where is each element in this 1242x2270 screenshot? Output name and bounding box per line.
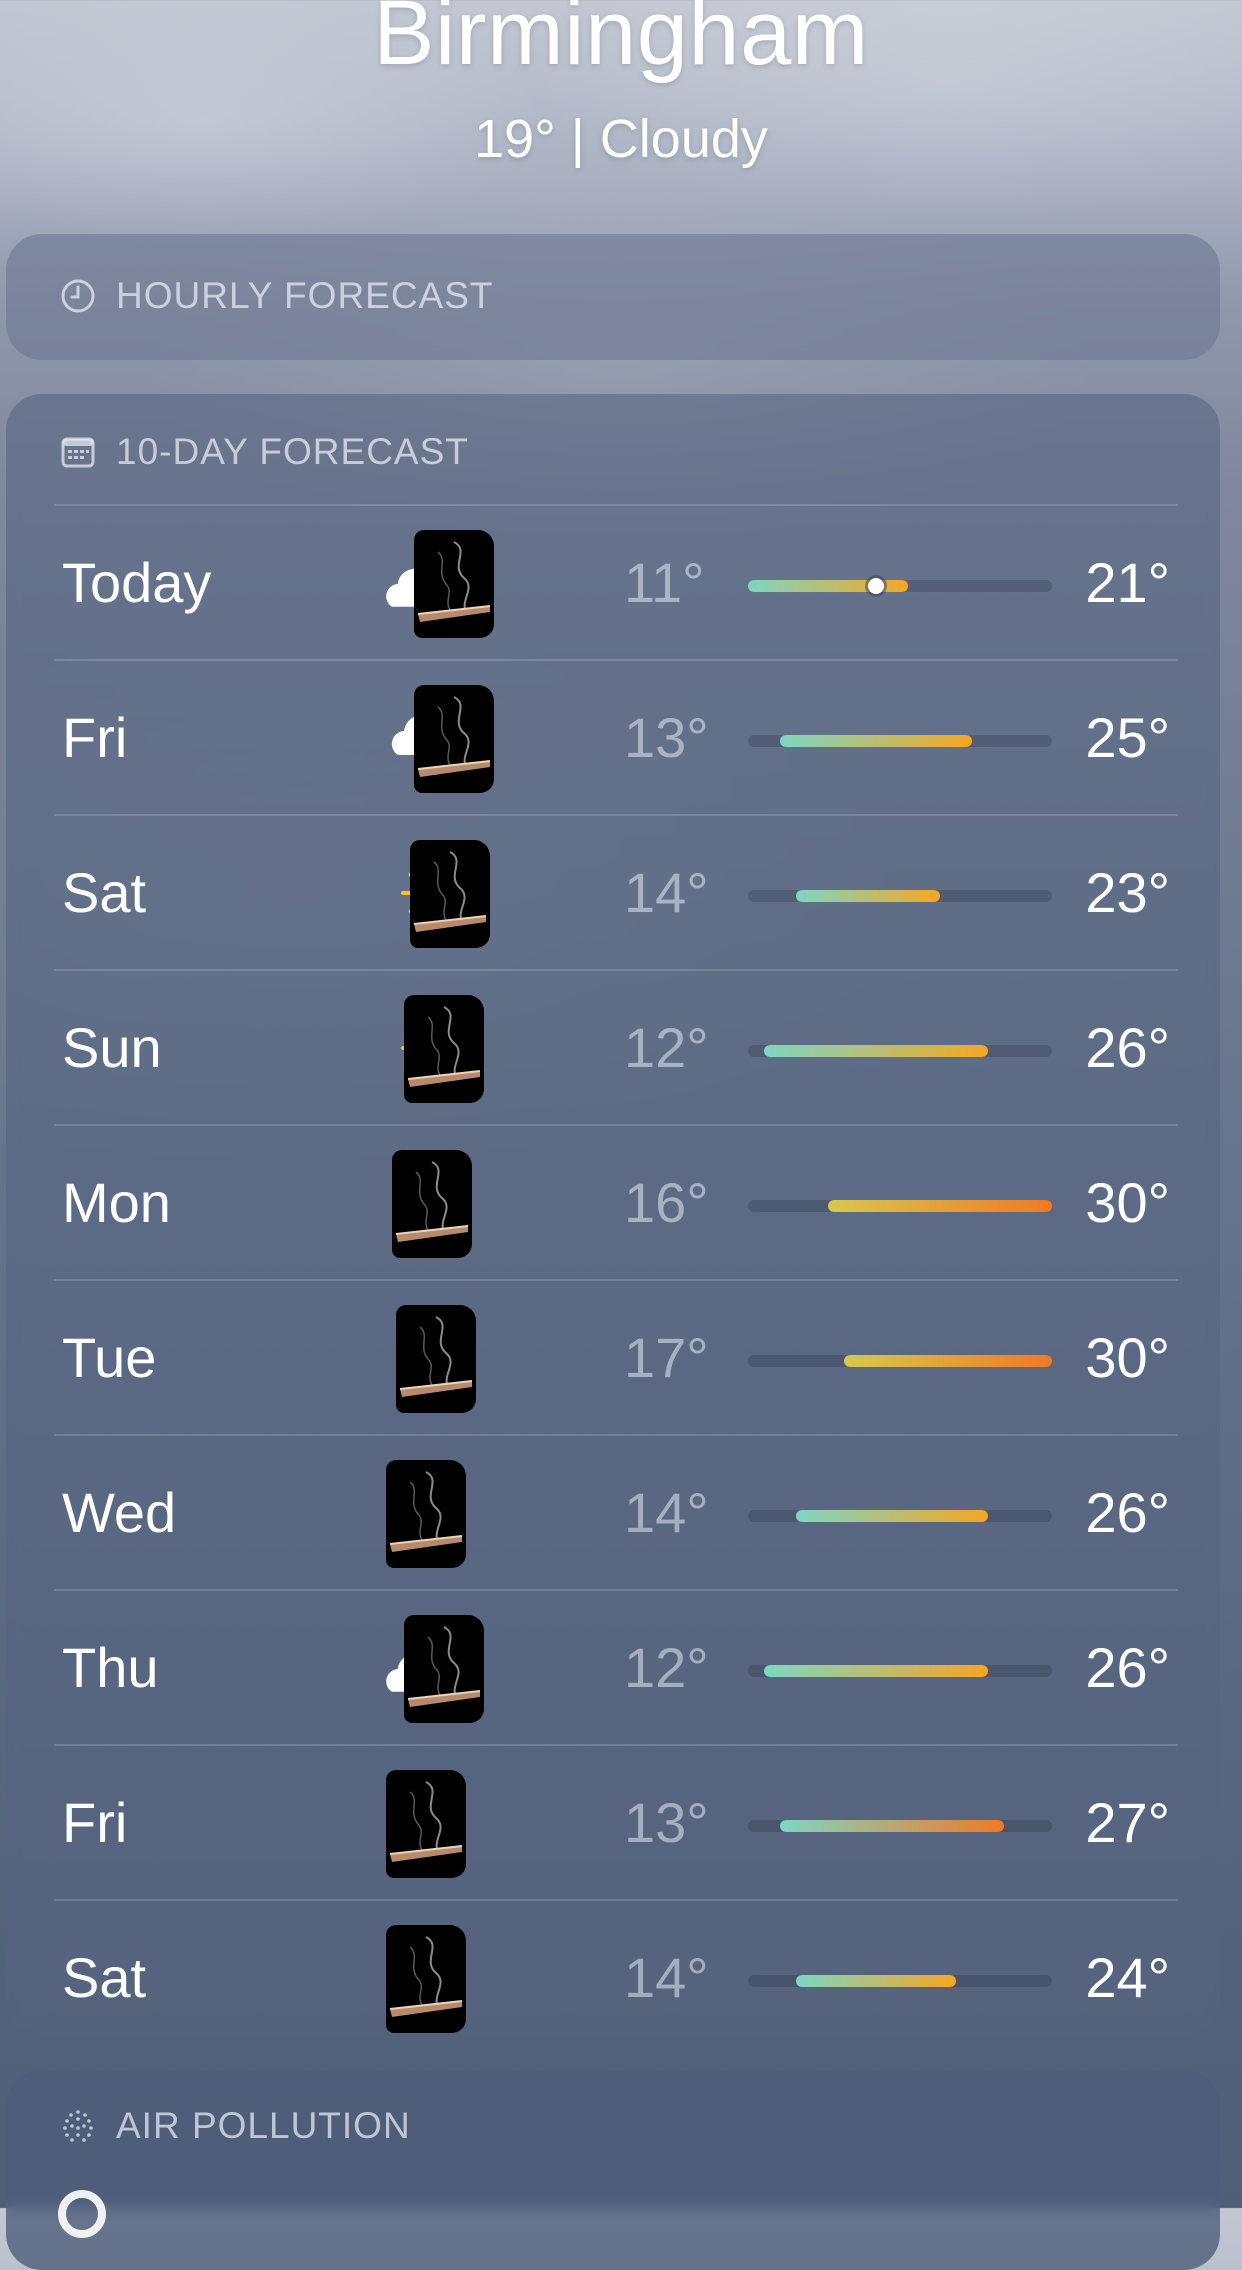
ten-day-forecast-header: 10-DAY FORECAST	[58, 430, 469, 474]
temperature-range-fill	[796, 1975, 956, 1987]
low-temp: 13°	[624, 1791, 709, 1854]
hourly-forecast-header: HOURLY FORECAST	[58, 274, 494, 318]
high-temp: 25°	[1085, 706, 1170, 769]
forecast-row[interactable]: Tue 17° 30°	[54, 1279, 1178, 1434]
forecast-row[interactable]: Fri 13° 27°	[54, 1744, 1178, 1899]
forecast-row[interactable]: Fri 13° 25°	[54, 659, 1178, 814]
current-conditions: 19° | Cloudy	[474, 109, 768, 169]
temperature-range-bar	[748, 890, 1052, 902]
high-temp: 30°	[1085, 1171, 1170, 1234]
temperature-range-fill	[764, 1665, 988, 1677]
temperature-range-fill	[764, 1045, 988, 1057]
day-label: Today	[62, 551, 212, 614]
sticker-overlay	[396, 1305, 476, 1413]
sticker-overlay	[386, 1925, 466, 2033]
temperature-range-bar	[748, 1665, 1052, 1677]
high-temp: 30°	[1085, 1326, 1170, 1389]
air-pollution-card[interactable]: AIR POLLUTION	[6, 2070, 1220, 2270]
day-label: Fri	[62, 706, 128, 769]
air-quality-indicator	[58, 2190, 106, 2238]
ten-day-forecast-card: 10-DAY FORECAST Today 11° 21° Fri 13° 25° Sat 1…	[6, 394, 1220, 2034]
temperature-range-fill	[780, 1820, 1004, 1832]
high-temp: 21°	[1085, 551, 1170, 614]
day-label: Mon	[62, 1171, 171, 1234]
temperature-range-fill	[780, 735, 972, 747]
low-temp: 14°	[624, 1946, 709, 2009]
temperature-range-bar	[748, 1820, 1052, 1832]
temperature-range-bar	[748, 1355, 1052, 1367]
temperature-range-bar	[748, 578, 1052, 594]
air-pollution-header: AIR POLLUTION	[58, 2104, 411, 2148]
current-temp-marker	[868, 578, 884, 594]
sticker-overlay	[414, 530, 494, 638]
low-temp: 16°	[624, 1171, 709, 1234]
day-label: Thu	[62, 1636, 159, 1699]
forecast-row[interactable]: Wed 14° 26°	[54, 1434, 1178, 1589]
temperature-range-bar	[748, 735, 1052, 747]
city-name: Birmingham	[373, 0, 869, 84]
low-temp: 11°	[624, 551, 705, 614]
high-temp: 27°	[1085, 1791, 1170, 1854]
temperature-range-fill	[748, 580, 908, 592]
sticker-overlay	[410, 840, 490, 948]
day-label: Tue	[62, 1326, 157, 1389]
temperature-range-fill	[796, 1510, 988, 1522]
high-temp: 26°	[1085, 1016, 1170, 1079]
forecast-row[interactable]: Sat 14° 24°	[54, 1899, 1178, 2054]
day-label: Sat	[62, 861, 147, 924]
calendar-icon	[61, 437, 95, 468]
day-label: Wed	[62, 1481, 177, 1544]
low-temp: 12°	[624, 1636, 709, 1699]
high-temp: 26°	[1085, 1636, 1170, 1699]
forecast-row[interactable]: Today 11° 21°	[54, 504, 1178, 659]
sticker-overlay	[386, 1460, 466, 1568]
hourly-forecast-label: HOURLY FORECAST	[116, 275, 494, 316]
sticker-overlay	[392, 1150, 472, 1258]
sticker-overlay	[414, 685, 494, 793]
air-quality-icon	[63, 2110, 93, 2142]
high-temp: 23°	[1085, 861, 1170, 924]
day-label: Sat	[62, 1946, 147, 2009]
low-temp: 14°	[624, 1481, 709, 1544]
sticker-overlay	[386, 1770, 466, 1878]
temperature-range-fill	[796, 890, 940, 902]
forecast-row[interactable]: Sun 12° 26°	[54, 969, 1178, 1124]
sticker-overlay	[404, 1615, 484, 1723]
temperature-range-fill	[844, 1355, 1052, 1367]
low-temp: 13°	[624, 706, 709, 769]
air-pollution-label: AIR POLLUTION	[116, 2105, 411, 2146]
day-label: Sun	[62, 1016, 162, 1079]
ten-day-forecast-label: 10-DAY FORECAST	[116, 431, 469, 472]
temperature-range-bar	[748, 1975, 1052, 1987]
forecast-row[interactable]: Sat 14° 23°	[54, 814, 1178, 969]
high-temp: 24°	[1085, 1946, 1170, 2009]
temperature-range-bar	[748, 1510, 1052, 1522]
low-temp: 14°	[624, 861, 709, 924]
hourly-forecast-card[interactable]: HOURLY FORECAST	[6, 234, 1220, 360]
sticker-overlay	[404, 995, 484, 1103]
temperature-range-bar	[748, 1200, 1052, 1212]
low-temp: 12°	[624, 1016, 709, 1079]
temperature-range-bar	[748, 1045, 1052, 1057]
day-label: Fri	[62, 1791, 128, 1854]
high-temp: 26°	[1085, 1481, 1170, 1544]
forecast-row[interactable]: Thu 12° 26°	[54, 1589, 1178, 1744]
forecast-list: Today 11° 21° Fri 13° 25° Sat 14° 23° Sun 12° 26° Mo…	[54, 504, 1178, 2054]
temperature-range-fill	[828, 1200, 1052, 1212]
clock-icon	[61, 279, 95, 313]
low-temp: 17°	[624, 1326, 709, 1389]
forecast-row[interactable]: Mon 16° 30°	[54, 1124, 1178, 1279]
